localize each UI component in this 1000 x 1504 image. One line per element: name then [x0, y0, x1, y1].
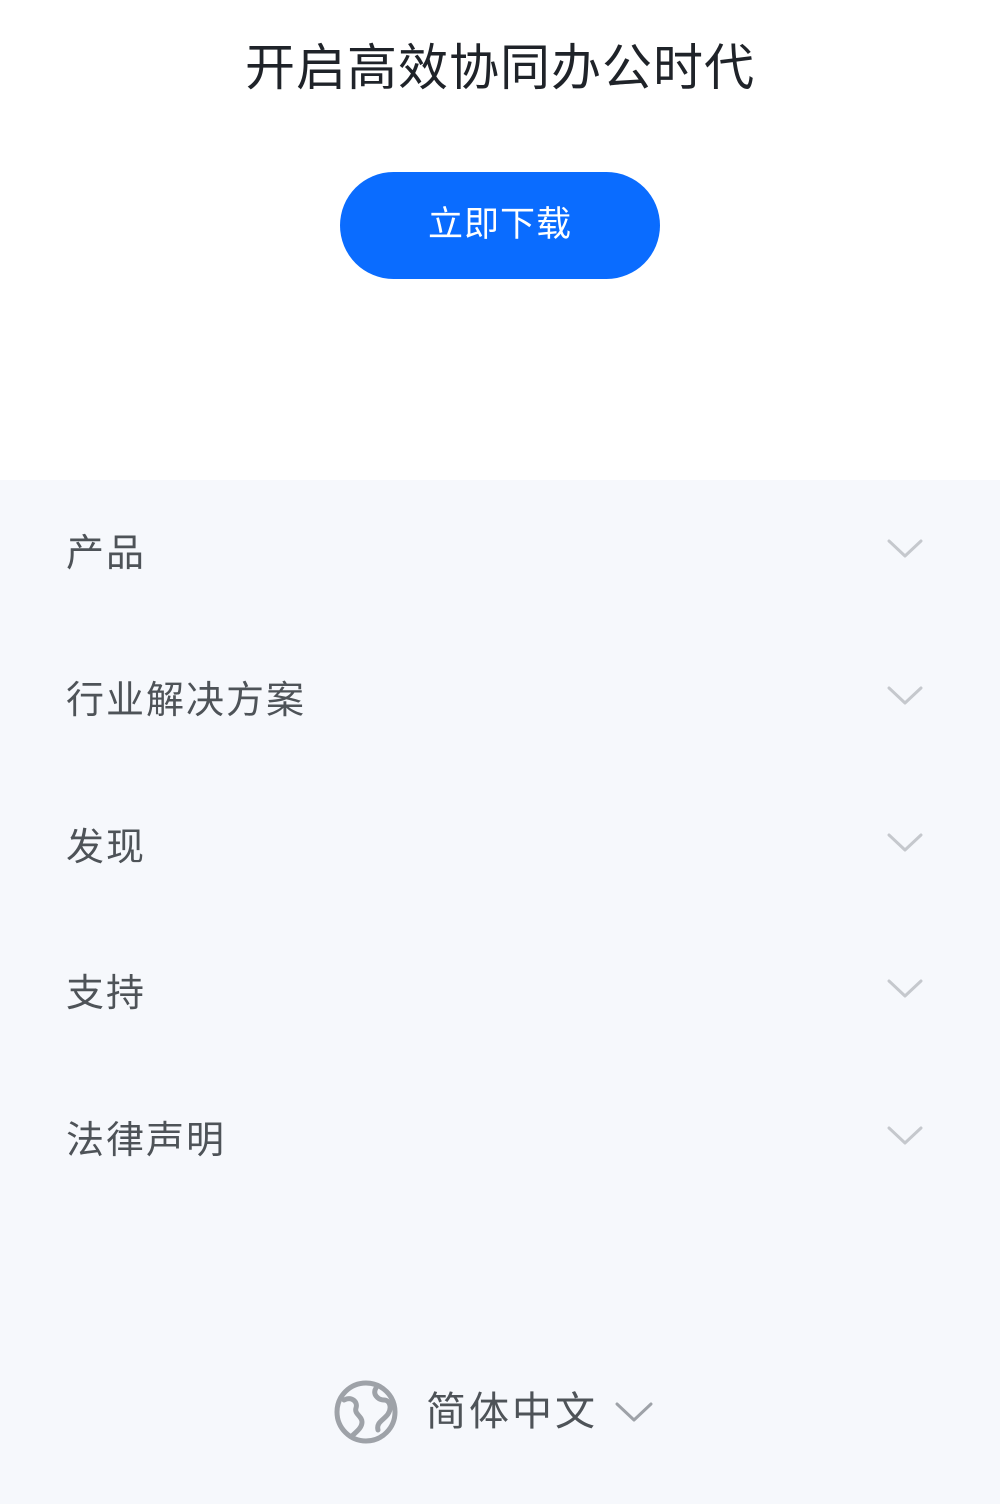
globe-icon: [334, 1380, 398, 1444]
chevron-down-icon: [615, 1402, 653, 1422]
chevron-down-icon: [887, 833, 923, 852]
footer-nav-item-solutions[interactable]: 行业解决方案: [0, 627, 1000, 773]
footer-nav-item-support[interactable]: 支持: [0, 920, 1000, 1066]
language-switcher[interactable]: 简体中文: [332, 1376, 662, 1448]
download-button[interactable]: 立即下载: [340, 172, 660, 279]
hero-title: 开启高效协同办公时代: [245, 39, 755, 97]
hero-section: 开启高效协同办公时代 立即下载: [0, 0, 1000, 480]
footer-nav-item-label: 行业解决方案: [66, 678, 307, 722]
footer-nav-item-label: 支持: [66, 971, 147, 1015]
footer-nav-item-products[interactable]: 产品: [0, 480, 1000, 626]
chevron-down-icon: [887, 539, 923, 558]
footer-nav-item-label: 法律声明: [66, 1118, 227, 1162]
footer-nav-item-label: 发现: [66, 825, 147, 869]
footer-nav-item-legal[interactable]: 法律声明: [0, 1067, 1000, 1213]
language-label: 简体中文: [426, 1389, 598, 1435]
chevron-down-icon: [887, 686, 923, 705]
footer-nav-item-discover[interactable]: 发现: [0, 774, 1000, 920]
chevron-down-icon: [887, 1126, 923, 1145]
footer-nav-item-label: 产品: [66, 531, 147, 575]
chevron-down-icon: [887, 979, 923, 998]
